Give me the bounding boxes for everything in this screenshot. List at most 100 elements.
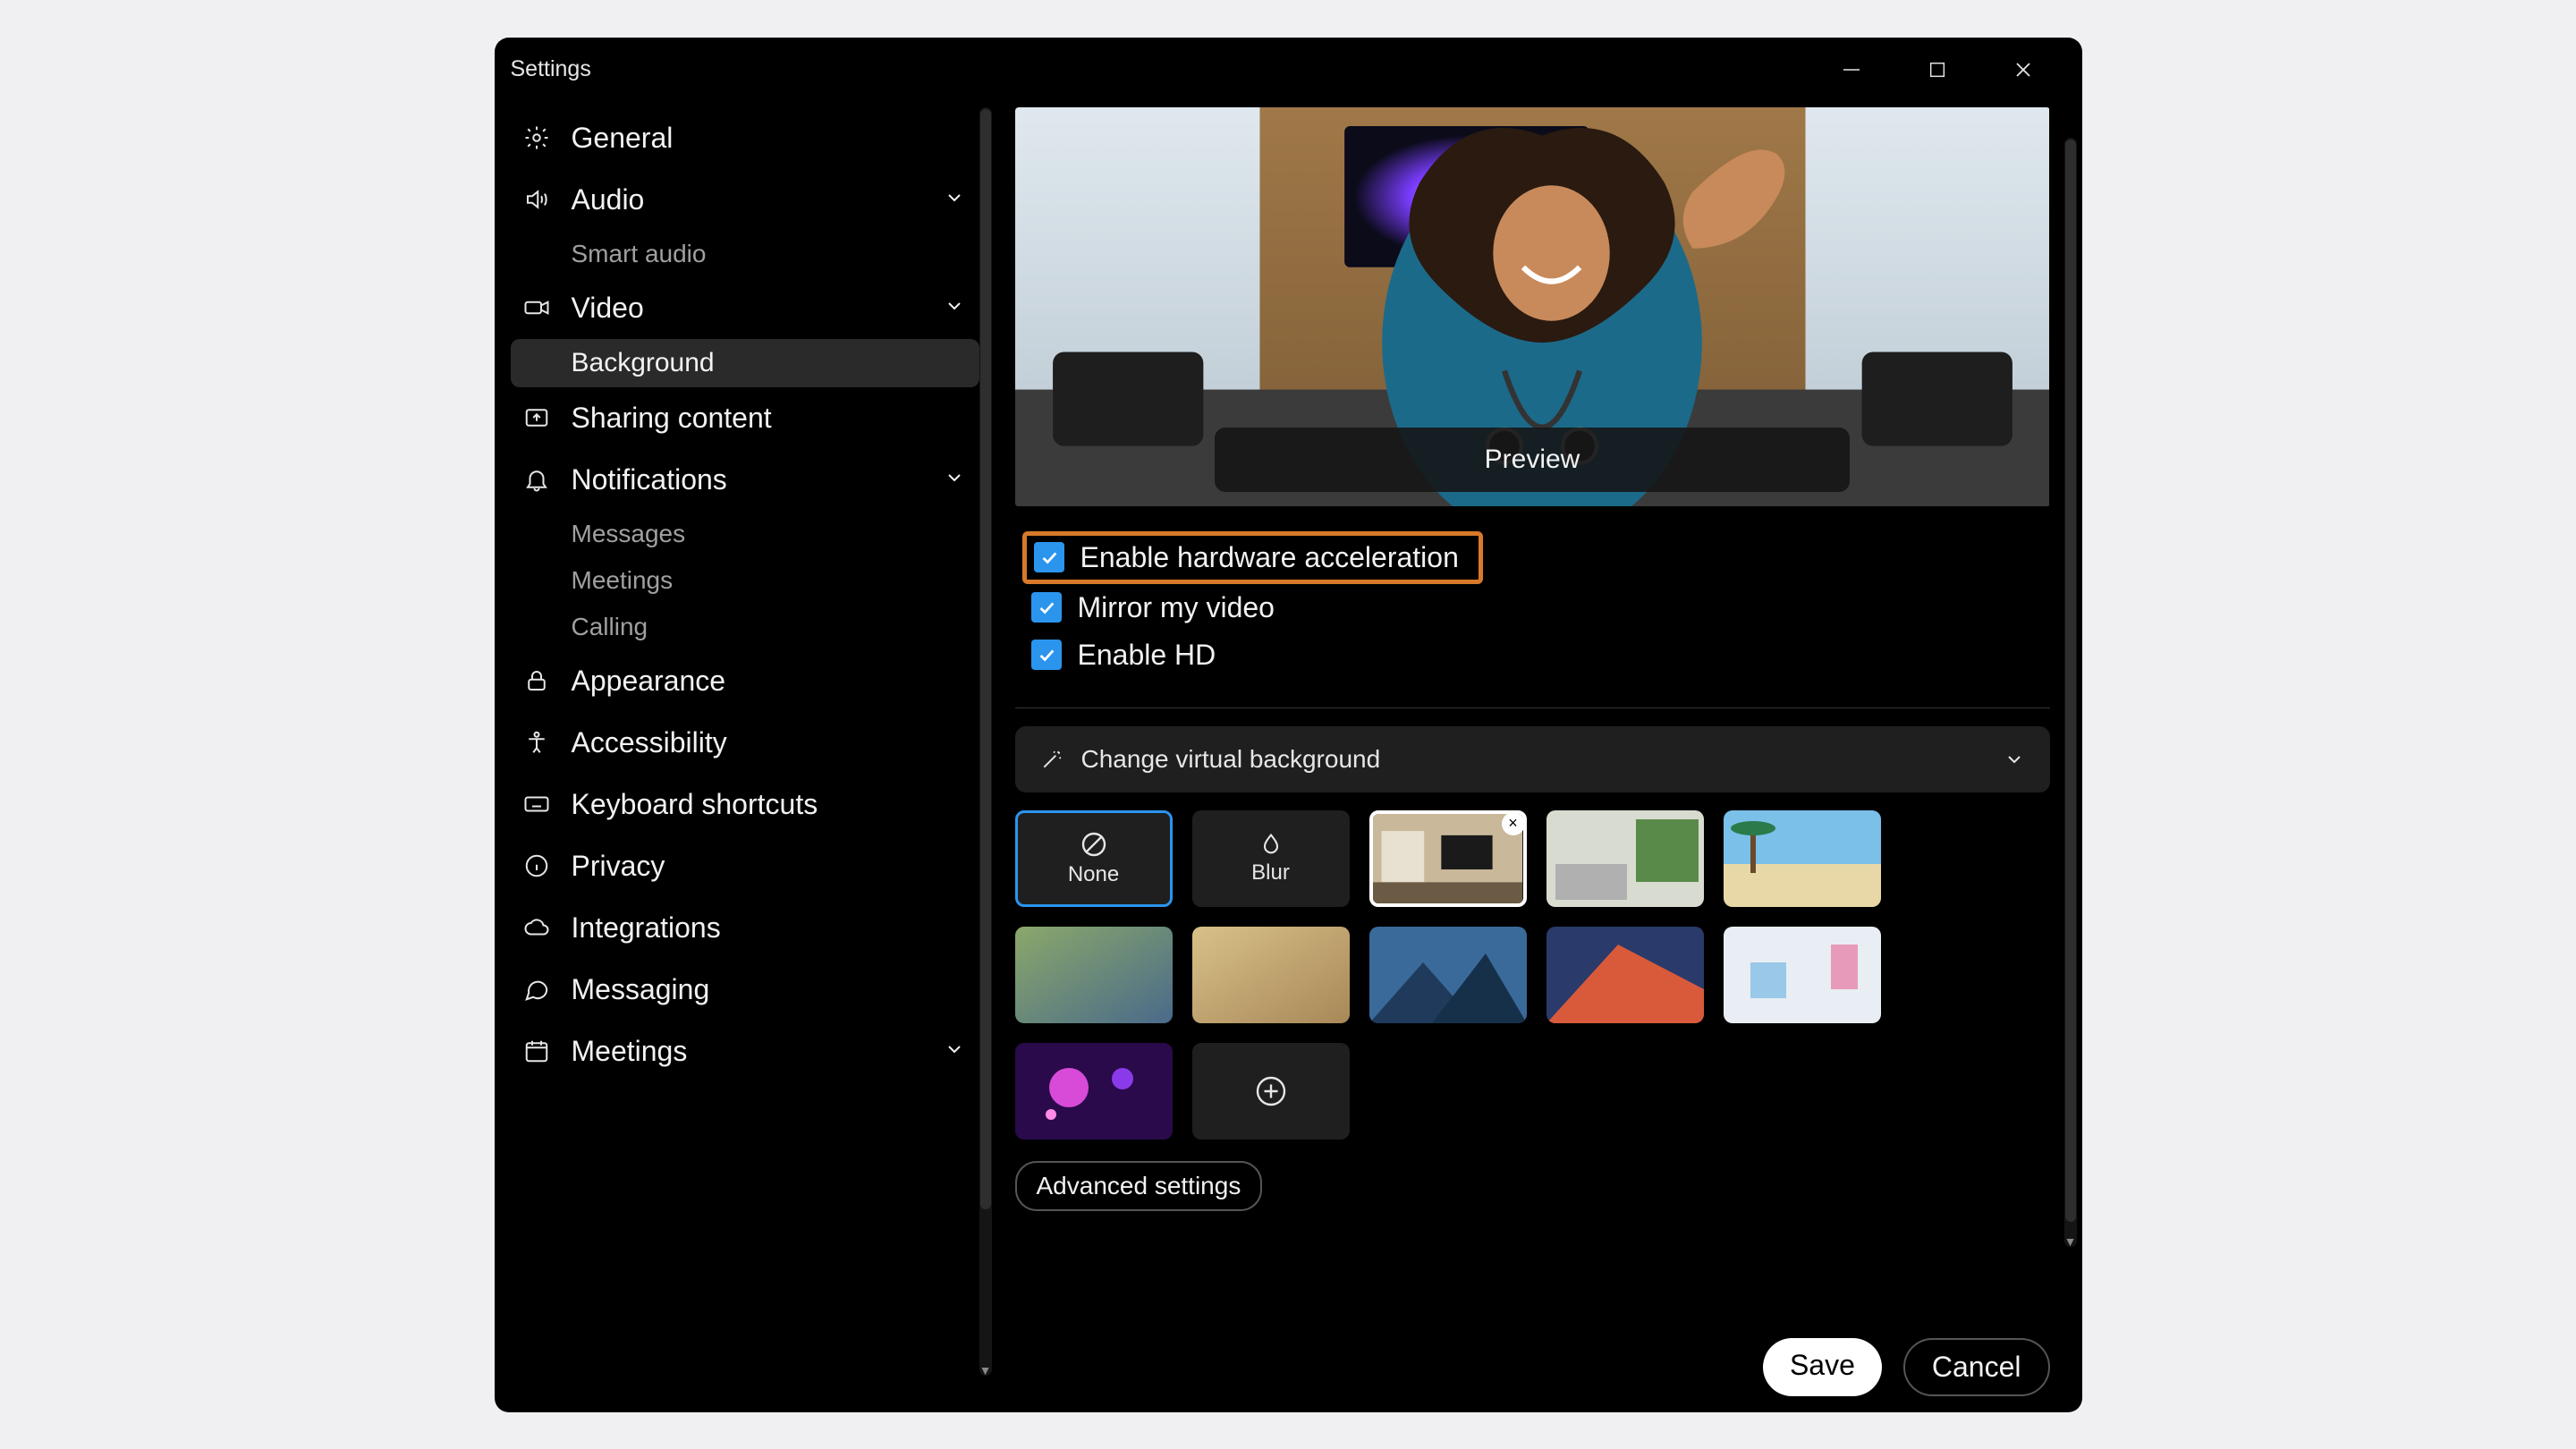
sidebar-item-label: Notifications	[572, 463, 727, 496]
bg-thumb-image	[1192, 927, 1350, 1023]
none-icon	[1080, 830, 1108, 859]
keyboard-icon	[521, 789, 552, 819]
checkbox-mirror-video[interactable]: Mirror my video	[1031, 584, 2050, 631]
bell-icon	[521, 464, 552, 495]
bg-tile-office[interactable]: ×	[1369, 810, 1527, 907]
bg-tile-space[interactable]	[1015, 1043, 1173, 1140]
bg-tile-beach[interactable]	[1724, 810, 1881, 907]
bg-thumb-image	[1373, 814, 1523, 906]
sidebar-item-sharing-content[interactable]: Sharing content	[511, 387, 979, 449]
bg-tile-living-room[interactable]	[1546, 810, 1704, 907]
blur-icon	[1258, 832, 1284, 857]
sidebar-item-notifications[interactable]: Notifications	[511, 449, 979, 511]
bg-tile-blur[interactable]: Blur	[1192, 810, 1350, 907]
save-button[interactable]: Save	[1763, 1338, 1882, 1396]
bg-thumb-image	[1724, 810, 1881, 907]
background-grid: None Blur ×	[1015, 810, 2050, 1140]
sidebar-item-label: Privacy	[572, 850, 665, 883]
sidebar-item-general[interactable]: General	[511, 107, 979, 169]
sidebar-item-label: Keyboard shortcuts	[572, 788, 818, 821]
main-scrollbar[interactable]: ▲ ▼	[2064, 138, 2077, 1247]
sidebar-item-smart-audio[interactable]: Smart audio	[511, 231, 979, 277]
bg-tile-blur-field[interactable]	[1015, 927, 1173, 1023]
cloud-icon	[521, 912, 552, 943]
sidebar-item-audio[interactable]: Audio	[511, 169, 979, 231]
sidebar-item-keyboard-shortcuts[interactable]: Keyboard shortcuts	[511, 774, 979, 835]
bg-tile-aesthetic[interactable]	[1724, 927, 1881, 1023]
sidebar-item-integrations[interactable]: Integrations	[511, 897, 979, 959]
bg-thumb-image	[1546, 810, 1704, 907]
bg-tile-abstract-red[interactable]	[1546, 927, 1704, 1023]
accessibility-icon	[521, 727, 552, 758]
preview-button[interactable]: Preview	[1215, 428, 1850, 492]
calendar-icon	[521, 1036, 552, 1066]
sidebar-item-appearance[interactable]: Appearance	[511, 650, 979, 712]
sidebar-item-privacy[interactable]: Privacy	[511, 835, 979, 897]
close-button[interactable]	[1980, 43, 2066, 97]
cancel-button[interactable]: Cancel	[1903, 1338, 2050, 1396]
sidebar-scrollbar[interactable]: ▲ ▼	[979, 107, 992, 1376]
sidebar-item-label: Meetings	[572, 1035, 688, 1068]
bg-thumb-image	[1015, 927, 1173, 1023]
checkbox-icon	[1031, 592, 1062, 623]
plus-icon	[1255, 1075, 1287, 1107]
main-content: Preview Enable hardware acceleration Mir…	[996, 102, 2082, 1412]
chat-icon	[521, 974, 552, 1004]
bg-thumb-image	[1015, 1043, 1173, 1140]
sidebar-item-video[interactable]: Video	[511, 277, 979, 339]
maximize-button[interactable]	[1894, 43, 1980, 97]
info-icon	[521, 851, 552, 881]
video-options: Enable hardware acceleration Mirror my v…	[1031, 531, 2050, 679]
camera-icon	[521, 292, 552, 323]
speaker-icon	[521, 184, 552, 215]
bg-tile-mountains[interactable]	[1369, 927, 1527, 1023]
close-icon	[2012, 59, 2034, 80]
sidebar-item-background[interactable]: Background	[511, 339, 979, 387]
bg-thumb-image	[1369, 927, 1527, 1023]
sidebar-item-messages[interactable]: Messages	[511, 511, 979, 557]
gear-icon	[521, 123, 552, 153]
sidebar-item-meetings-2[interactable]: Meetings	[511, 1021, 979, 1082]
checkbox-icon	[1031, 640, 1062, 670]
checkbox-label: Mirror my video	[1078, 591, 1275, 624]
checkbox-label: Enable hardware acceleration	[1080, 541, 1459, 574]
advanced-settings-button[interactable]: Advanced settings	[1015, 1161, 1263, 1211]
minimize-icon	[1841, 59, 1862, 80]
bg-tile-none[interactable]: None	[1015, 810, 1173, 907]
sidebar-item-label: Video	[572, 292, 644, 325]
scroll-down-icon: ▼	[2064, 1234, 2077, 1249]
titlebar: Settings	[495, 38, 2082, 102]
maximize-icon	[1928, 60, 1947, 80]
sidebar-item-label: Appearance	[572, 665, 726, 698]
checkbox-enable-hd[interactable]: Enable HD	[1031, 631, 2050, 679]
bg-tile-label: None	[1068, 862, 1119, 887]
bg-thumb-image	[1724, 927, 1881, 1023]
sidebar-item-messaging[interactable]: Messaging	[511, 959, 979, 1021]
sidebar-item-label: Audio	[572, 183, 645, 216]
sidebar-item-label: Sharing content	[572, 402, 772, 435]
scrollbar-thumb[interactable]	[2065, 140, 2076, 1222]
minimize-button[interactable]	[1809, 43, 1894, 97]
bg-tile-label: Blur	[1251, 860, 1290, 886]
settings-window: Settings General Audio Smart audio	[495, 38, 2082, 1412]
wand-icon	[1040, 748, 1063, 771]
checkbox-icon	[1034, 542, 1064, 572]
remove-bg-icon[interactable]: ×	[1502, 812, 1525, 835]
sidebar-item-calling[interactable]: Calling	[511, 604, 979, 650]
share-icon	[521, 402, 552, 433]
footer-actions: Save Cancel	[1015, 1302, 2050, 1396]
sidebar-item-label: Messaging	[572, 973, 710, 1006]
sidebar-item-accessibility[interactable]: Accessibility	[511, 712, 979, 774]
chevron-down-icon	[944, 187, 969, 212]
sidebar-item-meetings[interactable]: Meetings	[511, 557, 979, 604]
chevron-down-icon	[944, 295, 969, 320]
scrollbar-thumb[interactable]	[980, 109, 991, 1209]
change-virtual-background-accordion[interactable]: Change virtual background	[1015, 726, 2050, 792]
bg-tile-add[interactable]	[1192, 1043, 1350, 1140]
bg-tile-blur-warm[interactable]	[1192, 927, 1350, 1023]
sidebar-item-label: General	[572, 122, 674, 155]
video-preview: Preview	[1015, 107, 2050, 506]
sidebar: General Audio Smart audio Video Backgrou…	[495, 102, 996, 1412]
checkbox-hardware-acceleration[interactable]: Enable hardware acceleration	[1022, 531, 1483, 584]
sidebar-item-label: Integrations	[572, 911, 721, 945]
